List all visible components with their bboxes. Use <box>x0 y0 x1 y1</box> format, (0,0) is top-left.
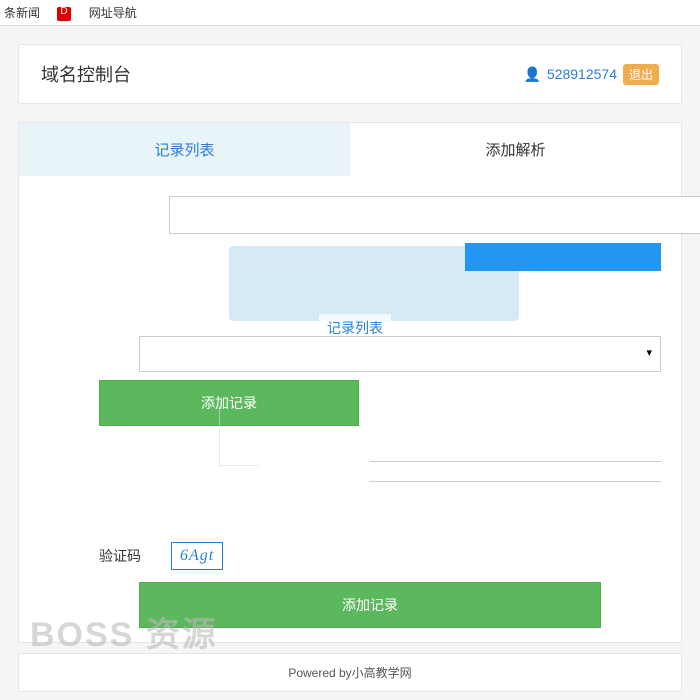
user-icon: 👤 <box>523 66 540 83</box>
main-panel: 记录列表 添加解析 记录列表 添加记录 验证码 6Agt 添加记录 <box>18 122 682 643</box>
footer: Powered by小高教学网 <box>18 653 682 692</box>
tab-record-list[interactable]: 记录列表 <box>19 123 350 176</box>
tab-add-resolve[interactable]: 添加解析 <box>350 123 681 176</box>
news-bookmark[interactable]: 条新闻 <box>4 6 40 20</box>
captcha-image[interactable]: 6Agt <box>171 542 223 570</box>
footer-text: Powered by小高教学网 <box>288 666 411 680</box>
highlighted-option[interactable] <box>465 243 661 271</box>
select-field-2[interactable] <box>139 336 661 372</box>
input-fragment <box>369 432 661 482</box>
ghost-line <box>219 406 259 466</box>
logout-button[interactable]: 退出 <box>623 64 659 85</box>
nav-bookmark[interactable]: 网址导航 <box>89 6 137 20</box>
captcha-label: 验证码 <box>99 546 141 566</box>
browser-bookmark-bar: 条新闻 网址导航 <box>0 0 700 26</box>
select-field-1[interactable] <box>169 196 700 234</box>
nav-bookmark-icon <box>57 7 71 21</box>
form-area: 记录列表 添加记录 验证码 6Agt 添加记录 <box>19 176 681 642</box>
tab-bar: 记录列表 添加解析 <box>19 123 681 176</box>
page-title: 域名控制台 <box>41 61 131 87</box>
header-panel: 域名控制台 👤 528912574 退出 <box>18 44 682 104</box>
user-id-link[interactable]: 528912574 <box>547 66 617 82</box>
user-area: 👤 528912574 退出 <box>523 64 659 85</box>
watermark: BOSS 资源 <box>30 607 218 656</box>
